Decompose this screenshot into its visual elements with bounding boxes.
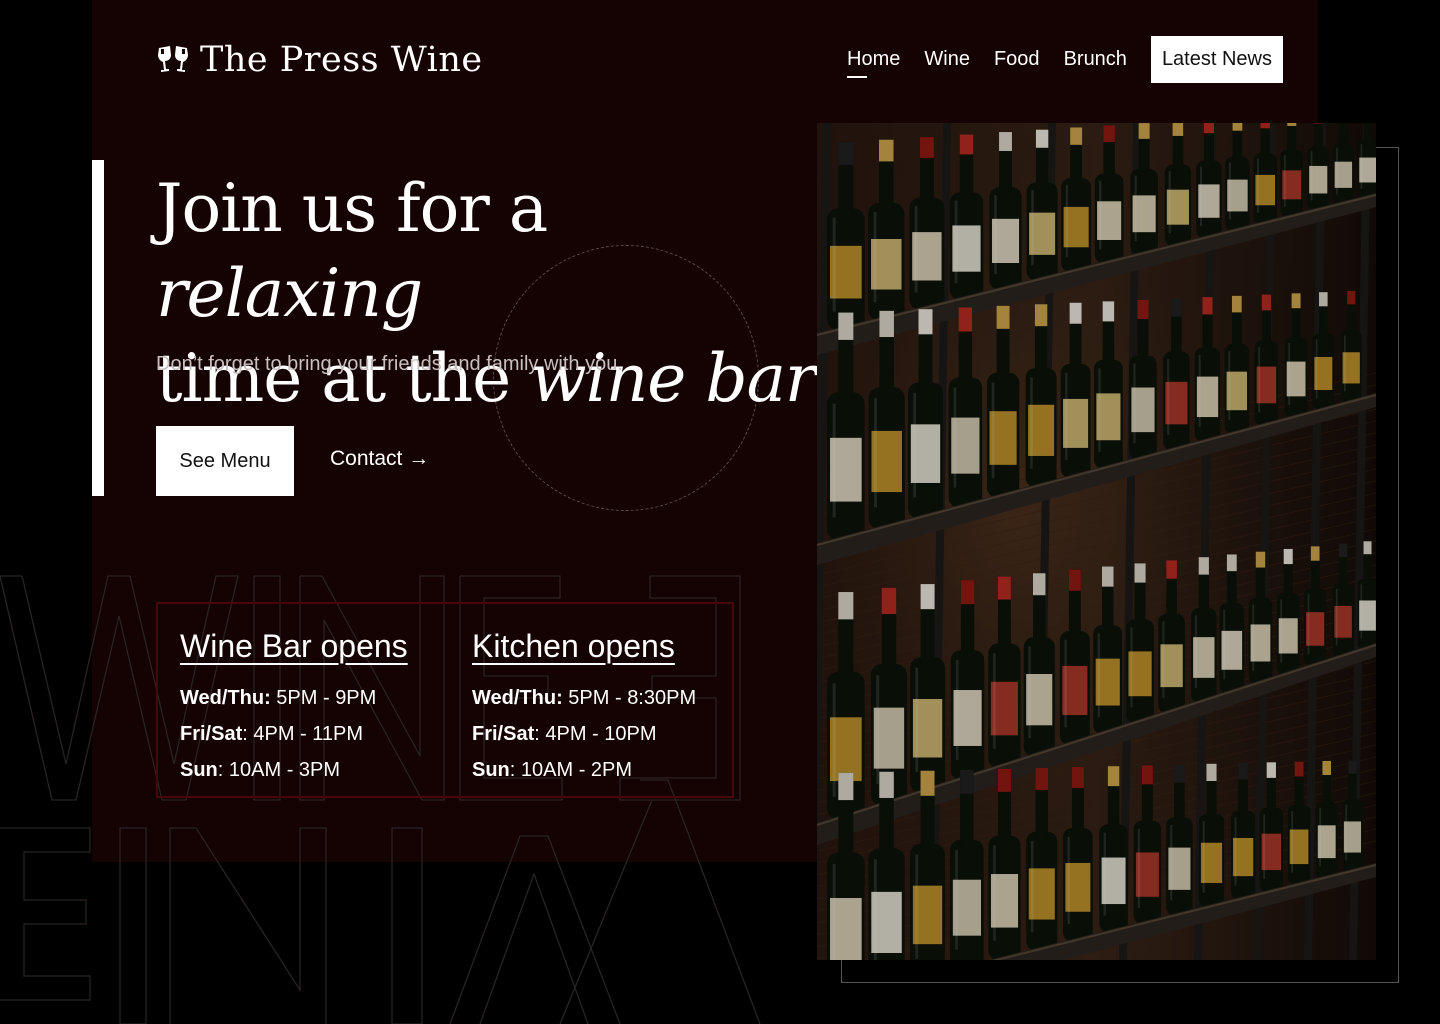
wine-shelf-illustration [817, 123, 1376, 960]
brand-name: The Press Wine [200, 40, 483, 80]
nav-brunch[interactable]: Brunch [1064, 48, 1127, 71]
hero-subtitle: Don’t forget to bring your friends and f… [156, 353, 623, 375]
hours-row: Wed/Thu: 5PM - 9PM [180, 680, 408, 716]
hours-day: Wed/Thu: [180, 687, 271, 709]
hours-day: Sun [180, 759, 218, 781]
hours-time: : 4PM - 11PM [242, 723, 364, 745]
hours-time: : 10AM - 2PM [509, 759, 633, 781]
hours-row: Sun: 10AM - 2PM [472, 752, 696, 788]
nav-wine[interactable]: Wine [924, 48, 970, 71]
hours-row: Wed/Thu: 5PM - 8:30PM [472, 680, 696, 716]
hours-day: Sun [472, 759, 510, 781]
hours-day: Wed/Thu: [472, 687, 563, 709]
hero-title: Join us for a relaxing time at the wine b… [156, 166, 818, 421]
hours-time: : 4PM - 10PM [534, 723, 657, 745]
hours-row: Sun: 10AM - 3PM [180, 752, 408, 788]
hours-day: Fri/Sat [180, 723, 243, 745]
latest-news-button[interactable]: Latest News [1150, 36, 1283, 83]
hours-time: : 10AM - 3PM [217, 759, 341, 781]
hero-title-part1: Join us for a [156, 170, 548, 247]
accent-side-bar [92, 160, 104, 496]
hero-title-highlight: wine bar [530, 336, 818, 421]
hero-title-part2: time at the [156, 340, 531, 417]
kitchen-hours: Kitchen opens Wed/Thu: 5PM - 8:30PM Fri/… [472, 626, 696, 788]
nav-food[interactable]: Food [994, 48, 1040, 71]
wine-bar-hours-title: Wine Bar opens [180, 628, 408, 664]
hours-time: 5PM - 9PM [270, 687, 377, 709]
wine-shelf-photo [817, 123, 1376, 960]
contact-link[interactable]: Contact → [330, 447, 429, 471]
hours-day: Fri/Sat [472, 723, 535, 745]
see-menu-button[interactable]: See Menu [156, 426, 294, 496]
hours-row: Fri/Sat: 4PM - 11PM [180, 716, 408, 752]
wine-glasses-icon [158, 46, 188, 72]
hero-title-italic1: relaxing [156, 255, 423, 332]
main-nav: Home Wine Food Brunch Latest News [847, 36, 1283, 83]
hours-row: Fri/Sat: 4PM - 10PM [472, 716, 696, 752]
brand-logo[interactable]: The Press Wine [156, 40, 483, 80]
nav-home[interactable]: Home [847, 48, 900, 78]
kitchen-hours-title: Kitchen opens [472, 628, 675, 664]
hours-time: 5PM - 8:30PM [562, 687, 697, 709]
wine-bar-hours: Wine Bar opens Wed/Thu: 5PM - 9PM Fri/Sa… [180, 626, 408, 788]
